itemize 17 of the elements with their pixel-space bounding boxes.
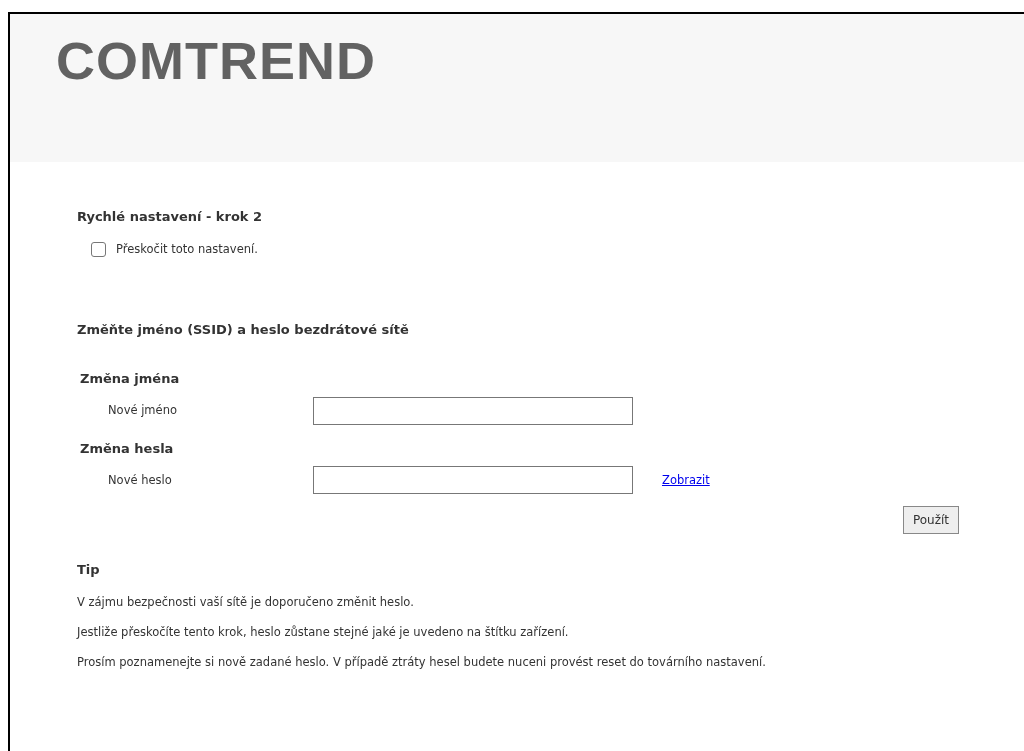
input-field[interactable] (313, 396, 633, 425)
field-label: Nové jméno (107, 402, 178, 420)
tip-title: Tip (77, 561, 101, 580)
input-field[interactable] (313, 466, 633, 495)
skip-label: Přeskočit toto nastavení. (116, 240, 258, 258)
show-link[interactable]: Zobrazit (662, 471, 710, 489)
tip-text: Jestliže přeskočíte tento krok, heslo zůstane stejné jaké je uvedeno na štítku zařízení. (77, 624, 570, 641)
skip-checkbox[interactable] (91, 241, 106, 257)
tip-text: Prosím poznamenejte si nově zadané heslo. V případě ztráty hesel budete nuceni provést reset do továrního nastavení. (77, 654, 767, 672)
apply-button[interactable]: Použít (902, 506, 959, 535)
group-title: Změna hesla (80, 439, 175, 458)
step-title: Rychlé nastavení - krok 2 (77, 208, 264, 226)
logo: COMTREND (56, 35, 376, 87)
group-title: Změna jména (80, 370, 181, 389)
field-label: Nové heslo (107, 471, 173, 489)
section-title: Změňte jméno (SSID) a heslo bezdrátové sítě (77, 320, 410, 339)
tip-text: V zájmu bezpečnosti vaší sítě je doporučeno změnit heslo. (77, 593, 415, 611)
